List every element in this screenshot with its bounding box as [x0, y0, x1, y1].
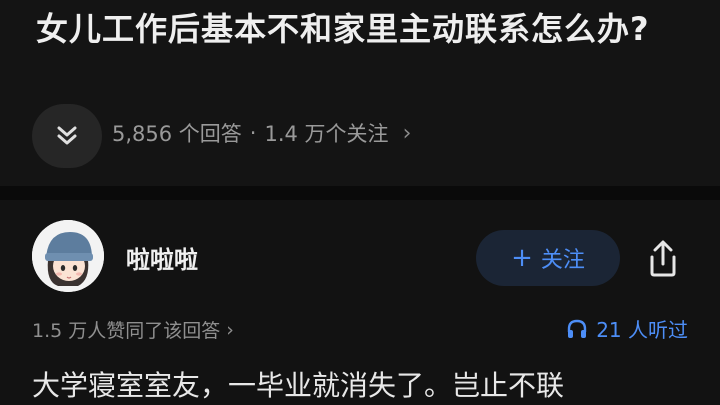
- author-name[interactable]: 啦啦啦: [126, 240, 198, 275]
- question-meta[interactable]: 5,856 个回答 · 1.4 万个关注 ›: [112, 118, 411, 148]
- listen-count[interactable]: 21 人听过: [566, 314, 688, 343]
- follow-label: 关注: [540, 248, 585, 273]
- follow-button[interactable]: + 关注: [476, 230, 620, 286]
- answer-count: 5,856 个回答: [112, 122, 242, 146]
- answer-card: 啦啦啦 + 关注 1.5 万人赞同了该回答 › 21 人听过 大学寝室室友，一毕…: [0, 200, 720, 405]
- author-avatar[interactable]: [32, 220, 104, 292]
- share-button[interactable]: [640, 236, 686, 282]
- chevron-right-icon: ›: [226, 318, 234, 341]
- question-card: 女儿工作后基本不和家里主动联系怎么办? 5,856 个回答 · 1.4 万个关注…: [0, 0, 720, 186]
- section-divider: [0, 186, 720, 200]
- upvote-summary[interactable]: 1.5 万人赞同了该回答 ›: [32, 316, 234, 343]
- expand-question-button[interactable]: [32, 104, 102, 168]
- answer-excerpt[interactable]: 大学寝室室友，一毕业就消失了。岂止不联: [32, 364, 692, 405]
- share-icon: [650, 240, 676, 277]
- listen-count-text: 21 人听过: [596, 318, 688, 342]
- headphones-icon: [567, 319, 587, 338]
- chevron-double-down-icon: [57, 126, 77, 145]
- upvote-count-text: 1.5 万人赞同了该回答: [32, 320, 221, 342]
- meta-separator: ·: [249, 121, 257, 145]
- chevron-right-icon: ›: [402, 120, 412, 146]
- follower-count: 1.4 万个关注: [264, 122, 389, 146]
- plus-icon: +: [511, 243, 533, 273]
- app-page: 女儿工作后基本不和家里主动联系怎么办? 5,856 个回答 · 1.4 万个关注…: [0, 0, 720, 405]
- question-title[interactable]: 女儿工作后基本不和家里主动联系怎么办?: [36, 6, 696, 52]
- avatar-image: [32, 220, 104, 292]
